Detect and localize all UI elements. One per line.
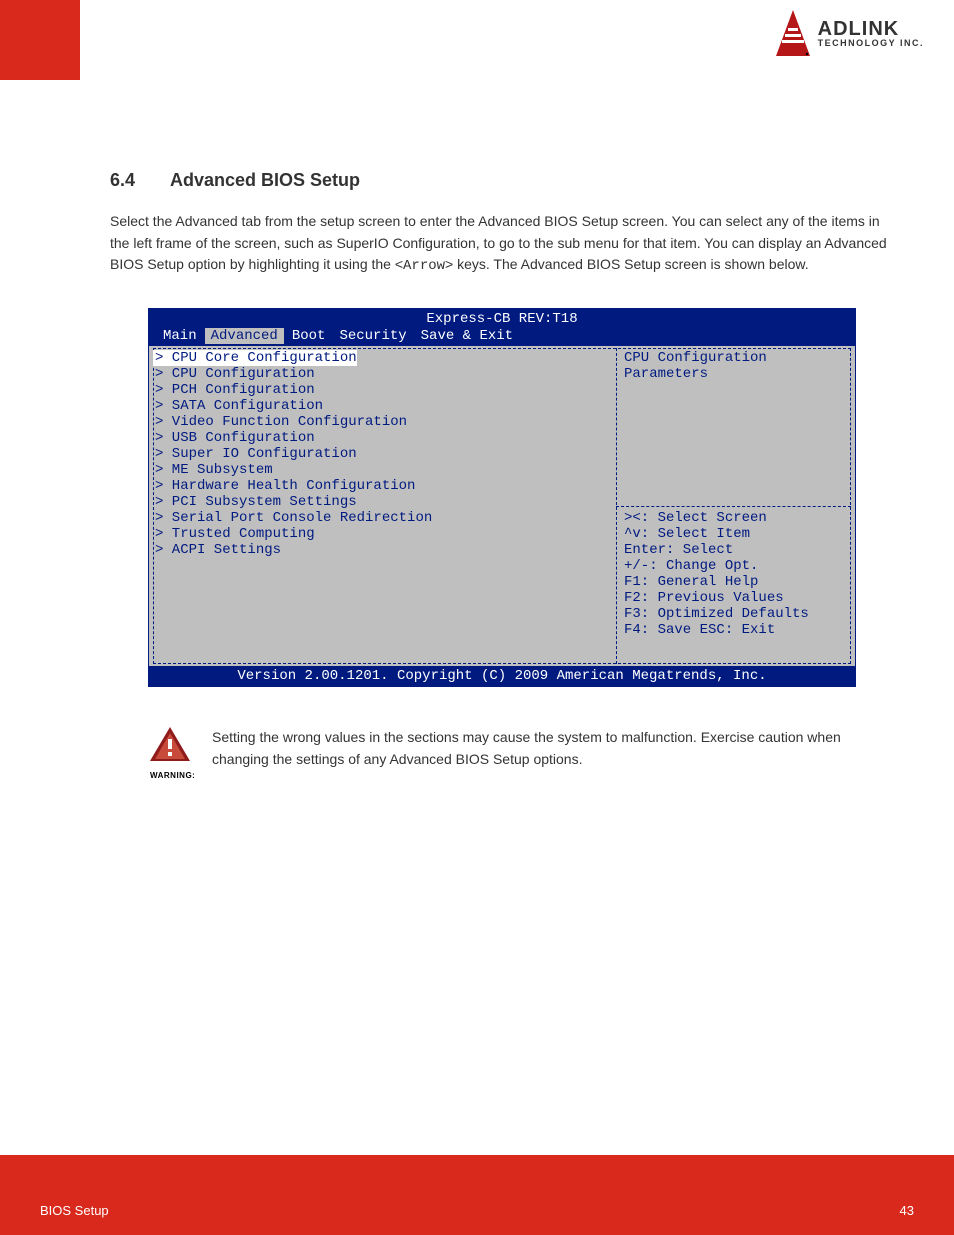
bios-item[interactable]: > ME Subsystem — [155, 462, 615, 478]
bios-item[interactable]: > CPU Configuration — [155, 366, 615, 382]
bios-item[interactable]: > PCH Configuration — [155, 382, 615, 398]
bios-screenshot: Express-CB REV:T18 MainAdvancedBootSecur… — [148, 308, 856, 687]
bios-menu: MainAdvancedBootSecuritySave & Exit — [149, 328, 855, 346]
bios-right-column: CPU ConfigurationParameters ><: Select Sc… — [624, 350, 849, 638]
bios-tab-save-exit[interactable]: Save & Exit — [415, 328, 519, 344]
header-red-square — [0, 0, 80, 80]
warning-icon — [150, 727, 190, 763]
footer-left: BIOS Setup — [40, 1203, 109, 1235]
bios-help-line: F3: Optimized Defaults — [624, 606, 849, 622]
bios-left-column: > CPU Core Configuration> CPU Configurat… — [155, 350, 615, 558]
bios-help-line: F1: General Help — [624, 574, 849, 590]
bios-footer: Version 2.00.1201. Copyright (C) 2009 Am… — [149, 666, 855, 686]
bios-body: > CPU Core Configuration> CPU Configurat… — [149, 346, 855, 666]
bios-item[interactable]: > PCI Subsystem Settings — [155, 494, 615, 510]
bios-tab-boot[interactable]: Boot — [286, 328, 332, 344]
page-footer: BIOS Setup 43 — [0, 1155, 954, 1235]
bios-item[interactable]: > CPU Core Configuration — [153, 350, 357, 366]
bios-item[interactable]: > USB Configuration — [155, 430, 615, 446]
bios-item[interactable]: > SATA Configuration — [155, 398, 615, 414]
section-number: 6.4 — [110, 170, 150, 191]
bios-tab-main[interactable]: Main — [157, 328, 203, 344]
section-title: Advanced BIOS Setup — [170, 170, 360, 191]
bios-desc-line: CPU Configuration — [624, 350, 849, 366]
bios-item[interactable]: > ACPI Settings — [155, 542, 615, 558]
warning-block: WARNING: Setting the wrong values in the… — [110, 727, 894, 782]
warning-text: Setting the wrong values in the sections… — [212, 727, 894, 770]
bios-title: Express-CB REV:T18 — [149, 309, 855, 328]
bios-help-line: Enter: Select — [624, 542, 849, 558]
page-content: 6.4 Advanced BIOS Setup Select the Advan… — [110, 170, 894, 782]
brand-logo: ADLINK TECHNOLOGY INC. — [776, 10, 924, 56]
section-header: 6.4 Advanced BIOS Setup — [110, 170, 894, 191]
adlink-triangle-icon — [776, 10, 810, 56]
bios-help-line: ><: Select Screen — [624, 510, 849, 526]
footer-right: 43 — [900, 1203, 914, 1235]
logo-text-line2: TECHNOLOGY INC. — [818, 39, 924, 48]
bios-help-line: ^v: Select Item — [624, 526, 849, 542]
logo-text-line1: ADLINK — [818, 19, 924, 39]
bios-item[interactable]: > Super IO Configuration — [155, 446, 615, 462]
bios-item[interactable]: > Serial Port Console Redirection — [155, 510, 615, 526]
bios-desc-line: Parameters — [624, 366, 849, 382]
intro-paragraph: Select the Advanced tab from the setup s… — [110, 211, 894, 278]
warning-caption: WARNING: — [150, 770, 190, 782]
bios-item[interactable]: > Trusted Computing — [155, 526, 615, 542]
bios-help-line: F2: Previous Values — [624, 590, 849, 606]
bios-item[interactable]: > Video Function Configuration — [155, 414, 615, 430]
bios-item[interactable]: > Hardware Health Configuration — [155, 478, 615, 494]
bios-help-line: F4: Save ESC: Exit — [624, 622, 849, 638]
arrow-key-label: Arrow — [403, 258, 445, 274]
bios-tab-advanced[interactable]: Advanced — [205, 328, 284, 344]
bios-tab-security[interactable]: Security — [333, 328, 412, 344]
bios-help-line: +/-: Change Opt. — [624, 558, 849, 574]
